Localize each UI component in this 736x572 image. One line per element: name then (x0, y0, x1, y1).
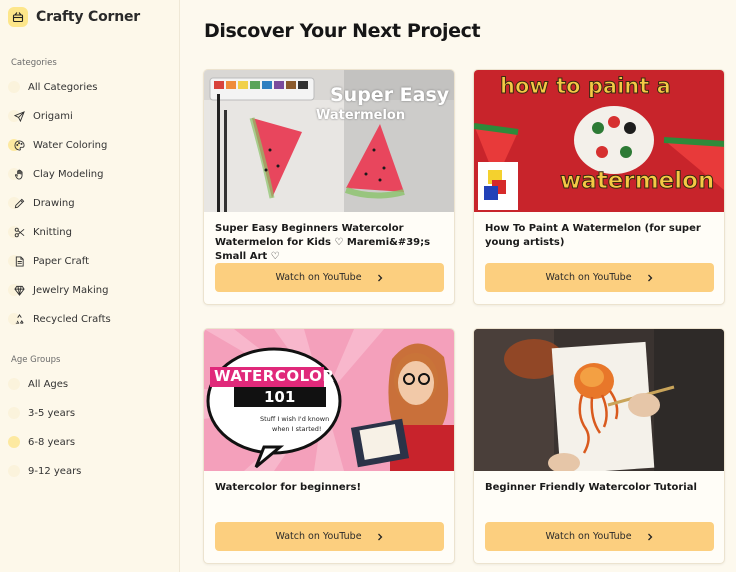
thumbnail-caption: when I started! (272, 425, 322, 433)
button-label: Watch on YouTube (275, 272, 362, 283)
pencil-icon (13, 197, 25, 209)
age-label: All Ages (28, 378, 69, 390)
watch-on-youtube-button[interactable]: Watch on YouTube (215, 263, 444, 292)
category-water-coloring[interactable]: Water Coloring (8, 134, 172, 156)
main-content: Discover Your Next Project Super Easy Wa… (181, 0, 736, 572)
watch-on-youtube-button[interactable]: Watch on YouTube (485, 522, 714, 551)
video-card[interactable]: Super Easy Watermelon Super Easy Beginne… (203, 69, 455, 305)
brand[interactable]: Crafty Corner (8, 7, 140, 27)
category-clay-modeling[interactable]: Clay Modeling (8, 163, 172, 185)
age-label: 6-8 years (28, 436, 76, 448)
hand-icon (13, 168, 25, 180)
category-indicator (8, 81, 20, 93)
button-label: Watch on YouTube (275, 531, 362, 542)
gem-icon (13, 284, 25, 296)
category-label: Jewelry Making (33, 284, 109, 296)
scissors-box-icon (8, 7, 28, 27)
thumbnail-caption: Super Easy (330, 84, 450, 106)
document-icon (13, 255, 25, 267)
category-all-categories[interactable]: All Categories (8, 76, 172, 98)
video-thumbnail[interactable]: how to paint a watermelon (474, 70, 724, 212)
palette-icon (13, 139, 25, 151)
category-origami[interactable]: Origami (8, 105, 172, 127)
age-indicator (8, 465, 20, 477)
sidebar: Crafty Corner Categories All Categories … (0, 0, 180, 572)
video-title: Super Easy Beginners Watercolor Watermel… (215, 223, 431, 262)
video-thumbnail[interactable]: WATERCOLOR 101 Stuff I wish I'd known wh… (204, 329, 454, 471)
watch-on-youtube-button[interactable]: Watch on YouTube (485, 263, 714, 292)
category-jewelry-making[interactable]: Jewelry Making (8, 279, 172, 301)
thumbnail-caption: Watermelon (316, 108, 406, 123)
video-title: How To Paint A Watermelon (for super you… (485, 223, 701, 248)
video-thumbnail[interactable]: Super Easy Watermelon (204, 70, 454, 212)
category-recycled-crafts[interactable]: Recycled Crafts (8, 308, 172, 330)
age-indicator (8, 378, 20, 390)
video-card[interactable]: Beginner Friendly Watercolor Tutorial Wa… (473, 328, 725, 564)
chevron-right-icon (376, 274, 384, 282)
thumbnail-caption: WATERCOLOR (214, 367, 335, 385)
thumbnail-caption: how to paint a (500, 74, 672, 99)
category-label: Knitting (33, 226, 72, 238)
category-label: Clay Modeling (33, 168, 104, 180)
age-label: 3-5 years (28, 407, 76, 419)
age-all-ages[interactable]: All Ages (8, 373, 172, 395)
video-thumbnail[interactable] (474, 329, 724, 471)
button-label: Watch on YouTube (545, 272, 632, 283)
age-label: 9-12 years (28, 465, 82, 477)
age-3-5-years[interactable]: 3-5 years (8, 402, 172, 424)
thumbnail-caption: Stuff I wish I'd known (260, 415, 330, 423)
paper-plane-icon (13, 110, 25, 122)
chevron-right-icon (646, 533, 654, 541)
age-indicator (8, 407, 20, 419)
category-knitting[interactable]: Knitting (8, 221, 172, 243)
age-9-12-years[interactable]: 9-12 years (8, 460, 172, 482)
category-label: Origami (33, 110, 73, 122)
age-groups-heading: Age Groups (11, 355, 61, 365)
chevron-right-icon (376, 533, 384, 541)
category-label: Drawing (33, 197, 75, 209)
page-title: Discover Your Next Project (204, 20, 481, 42)
category-label: Water Coloring (33, 139, 108, 151)
watch-on-youtube-button[interactable]: Watch on YouTube (215, 522, 444, 551)
category-paper-craft[interactable]: Paper Craft (8, 250, 172, 272)
category-label: Recycled Crafts (33, 313, 111, 325)
chevron-right-icon (646, 274, 654, 282)
category-drawing[interactable]: Drawing (8, 192, 172, 214)
category-label: Paper Craft (33, 255, 89, 267)
category-label: All Categories (28, 81, 98, 93)
button-label: Watch on YouTube (545, 531, 632, 542)
age-indicator (8, 436, 20, 448)
age-6-8-years[interactable]: 6-8 years (8, 431, 172, 453)
thumbnail-caption: 101 (264, 388, 296, 406)
app-name: Crafty Corner (36, 9, 140, 25)
recycle-icon (13, 313, 25, 325)
video-title: Watercolor for beginners! (215, 482, 362, 493)
categories-heading: Categories (11, 58, 57, 68)
thumbnail-caption: watermelon (559, 168, 715, 195)
video-title: Beginner Friendly Watercolor Tutorial (485, 482, 697, 493)
scissors-icon (13, 226, 25, 238)
video-card[interactable]: how to paint a watermelon How To Paint A… (473, 69, 725, 305)
video-card[interactable]: WATERCOLOR 101 Stuff I wish I'd known wh… (203, 328, 455, 564)
